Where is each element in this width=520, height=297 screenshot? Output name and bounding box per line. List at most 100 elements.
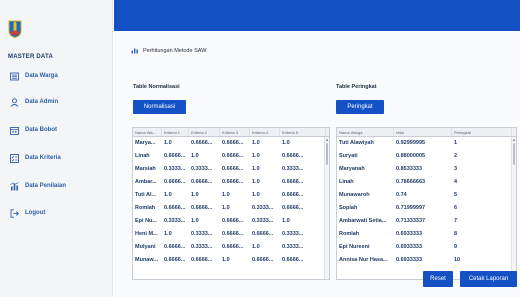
table-row[interactable]: Epi Nu... 0.3333... 1.0 0.6666... 0.3333... 1… bbox=[133, 215, 329, 228]
sidebar-item-data-admin[interactable]: Data Admin bbox=[10, 96, 58, 108]
table-cell: Munawaroh bbox=[339, 192, 370, 198]
sidebar-item-logout[interactable]: Logout bbox=[10, 207, 45, 219]
menu-title: MASTER DATA bbox=[8, 54, 53, 60]
sidebar-item-label: Data Kriteria bbox=[25, 155, 61, 161]
table-cell: 1.0 bbox=[191, 192, 199, 198]
sidebar-item-label: Data Penilaian bbox=[25, 183, 67, 189]
table-cell: 0.6666... bbox=[222, 140, 244, 146]
table-row[interactable]: Romlah 0.6933333 8 bbox=[337, 228, 516, 241]
table-cell: 0.3333... bbox=[164, 166, 186, 172]
table-cell: 0.6666... bbox=[222, 231, 244, 237]
table-body: Tuti Alawiyah 0.92999995 1 Suryati 0.8800000… bbox=[337, 137, 516, 267]
table-cell: 0.6666... bbox=[282, 153, 304, 159]
table-row[interactable]: Romlah 0.6666... 0.6666... 1.0 0.3333... 0.66… bbox=[133, 202, 329, 215]
table-cell: 1.0 bbox=[164, 231, 172, 237]
print-report-button[interactable]: Cetak Laporan bbox=[460, 271, 517, 287]
peringkat-section-label: Table Peringkat bbox=[336, 84, 377, 90]
table-cell: 0.3333... bbox=[191, 166, 213, 172]
sidebar: MASTER DATA Data Warga Data Admin Data B… bbox=[0, 0, 113, 297]
table-cell: 0.88000005 bbox=[396, 153, 426, 159]
normalisasi-table[interactable]: Nama Wa... Kriteria 1 Kriteria 2 Kriteri… bbox=[132, 127, 330, 280]
table-cell: 0.3333... bbox=[282, 231, 304, 237]
table-cell: 0.3333... bbox=[164, 218, 186, 224]
scroll-up-arrow-icon[interactable]: ▲ bbox=[512, 137, 516, 142]
table-cell: Suryati bbox=[339, 153, 358, 159]
table-cell: 0.6666... bbox=[191, 257, 213, 263]
peringkat-button[interactable]: Peringkat bbox=[336, 100, 384, 114]
sidebar-item-data-bobot[interactable]: Data Bobot bbox=[10, 124, 57, 136]
table-row[interactable]: Sopiah 0.71999997 6 bbox=[337, 202, 516, 215]
table-row[interactable]: Tuti Alawiyah 0.92999995 1 bbox=[337, 137, 516, 150]
table-cell: 0.6666... bbox=[222, 218, 244, 224]
table-cell: Tuti Alawiyah bbox=[339, 140, 374, 146]
scrollbar[interactable]: ▲ bbox=[511, 137, 516, 279]
list-check-icon bbox=[10, 153, 19, 163]
table-cell: 1.0 bbox=[252, 179, 260, 185]
page-title: Perhitungan Metode SAW bbox=[131, 47, 206, 54]
normalisasi-button[interactable]: Normalisasi bbox=[133, 100, 186, 114]
scrollbar[interactable]: ▲ bbox=[324, 137, 329, 279]
table-cell: Munaw... bbox=[135, 257, 159, 263]
table-cell: Marya... bbox=[135, 140, 156, 146]
peringkat-table[interactable]: Nama Warga Nilai Peringkat Tuti Alawiyah… bbox=[336, 127, 517, 280]
table-row[interactable]: Annisa Nur Hasa... 0.6933333 10 bbox=[337, 254, 516, 267]
column-header[interactable]: Peringkat bbox=[452, 128, 512, 136]
table-row[interactable]: Tuti Al... 1.0 1.0 1.0 1.0 0.6666... bbox=[133, 189, 329, 202]
table-body: Marya... 1.0 0.6666... 0.6666... 1.0 1.0 Linah… bbox=[133, 137, 329, 267]
table-cell: Marsiah bbox=[135, 166, 156, 172]
column-header[interactable]: Nama Warga bbox=[337, 128, 394, 136]
sidebar-item-data-penilaian[interactable]: Data Penilaian bbox=[10, 180, 66, 192]
table-cell: 8 bbox=[454, 231, 458, 237]
table-cell: 0.6666... bbox=[282, 192, 304, 198]
table-row[interactable]: Marya... 1.0 0.6666... 0.6666... 1.0 1.0 bbox=[133, 137, 329, 150]
table-row[interactable]: Munaw... 0.6666... 0.6666... 1.0 0.6666... 0.… bbox=[133, 254, 329, 267]
table-row[interactable]: Suryati 0.88000005 2 bbox=[337, 150, 516, 163]
table-row[interactable]: Mulyani 0.6666... 0.3333... 0.6666... 1.0 0.3… bbox=[133, 241, 329, 254]
table-row[interactable]: Ambar... 0.6666... 0.6666... 0.6666... 1.0 0.… bbox=[133, 176, 329, 189]
column-header[interactable]: Kriteria 3 bbox=[220, 128, 250, 136]
sidebar-item-label: Data Warga bbox=[25, 73, 58, 79]
table-row[interactable]: Linah 0.78666663 4 bbox=[337, 176, 516, 189]
table-header: Nama Wa... Kriteria 1 Kriteria 2 Kriteri… bbox=[133, 128, 329, 137]
table-cell: Epi Nureeni bbox=[339, 244, 370, 250]
table-cell: Annisa Nur Hasa... bbox=[339, 257, 388, 263]
table-cell: Ambar... bbox=[135, 179, 157, 185]
table-row[interactable]: Marsiah 0.3333... 0.3333... 0.6666... 1.0 0.3… bbox=[133, 163, 329, 176]
table-row[interactable]: Linah 0.6666... 1.0 0.6666... 1.0 0.6666... bbox=[133, 150, 329, 163]
reset-button[interactable]: Reset bbox=[423, 271, 453, 287]
column-header[interactable]: Nilai bbox=[394, 128, 452, 136]
table-cell: 1.0 bbox=[282, 218, 290, 224]
table-cell: 0.6666... bbox=[282, 257, 304, 263]
column-header[interactable]: Kriteria 5 bbox=[280, 128, 326, 136]
table-cell: 0.6666... bbox=[222, 179, 244, 185]
sidebar-item-label: Data Admin bbox=[25, 99, 59, 105]
table-cell: 0.6666... bbox=[191, 140, 213, 146]
table-row[interactable]: Ambarwati Setia... 0.71333337 7 bbox=[337, 215, 516, 228]
column-header[interactable]: Kriteria 1 bbox=[162, 128, 189, 136]
table-cell: 1.0 bbox=[252, 140, 260, 146]
scroll-thumb[interactable] bbox=[513, 143, 515, 165]
column-header[interactable]: Nama Wa... bbox=[133, 128, 162, 136]
table-cell: 6 bbox=[454, 205, 458, 211]
table-cell: 1.0 bbox=[222, 257, 230, 263]
sidebar-item-data-warga[interactable]: Data Warga bbox=[10, 70, 58, 82]
table-row[interactable]: Maryanah 0.8533333 3 bbox=[337, 163, 516, 176]
table-row[interactable]: Heni M... 1.0 0.3333... 0.6666... 0.6666... 0… bbox=[133, 228, 329, 241]
table-cell: 0.6666... bbox=[222, 244, 244, 250]
table-cell: 1.0 bbox=[191, 153, 199, 159]
scroll-up-arrow-icon[interactable]: ▲ bbox=[325, 137, 329, 142]
jakarta-emblem-icon bbox=[8, 20, 22, 38]
column-header[interactable]: Kriteria 4 bbox=[250, 128, 280, 136]
table-cell: 0.6933333 bbox=[396, 244, 422, 250]
table-cell: 0.6666... bbox=[222, 153, 244, 159]
table-cell: 1.0 bbox=[252, 153, 260, 159]
table-cell: 0.3333... bbox=[191, 244, 213, 250]
table-row[interactable]: Epi Nureeni 0.6933333 9 bbox=[337, 241, 516, 254]
sidebar-item-data-kriteria[interactable]: Data Kriteria bbox=[10, 152, 61, 164]
table-cell: 0.6666... bbox=[164, 179, 186, 185]
table-cell: 0.6666... bbox=[191, 179, 213, 185]
column-header[interactable]: Kriteria 2 bbox=[189, 128, 220, 136]
table-row[interactable]: Munawaroh 0.74 5 bbox=[337, 189, 516, 202]
scroll-thumb[interactable] bbox=[326, 143, 328, 165]
bar-chart-icon bbox=[131, 48, 138, 54]
